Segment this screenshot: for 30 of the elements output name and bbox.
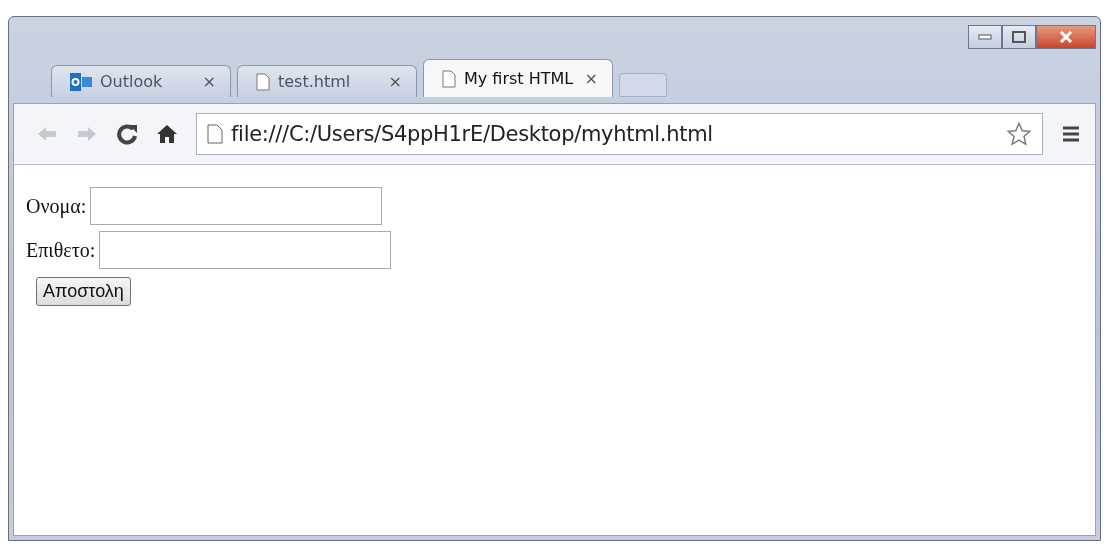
field-label: Ονομα: [26, 194, 87, 218]
close-tab-button[interactable]: × [202, 72, 216, 91]
tab-title: test.html [278, 72, 352, 91]
mail-app-icon [70, 72, 92, 91]
maximize-icon [1012, 31, 1026, 43]
document-icon [442, 69, 456, 88]
text-field[interactable] [99, 231, 392, 269]
home-icon[interactable] [156, 123, 178, 145]
address-bar[interactable]: file:///C:/Users/S4ppH1rE/Desktop/myhtml.html [196, 113, 1043, 155]
reload-icon[interactable] [116, 123, 138, 145]
menu-icon[interactable] [1061, 124, 1081, 144]
close-tab-button[interactable]: × [584, 69, 598, 88]
tab-title: Outlook [100, 72, 164, 91]
browser-tab[interactable]: My first HTML × [423, 59, 613, 97]
star-icon[interactable] [1006, 121, 1032, 147]
tab-title: My first HTML [464, 69, 575, 88]
submit-button[interactable]: Αποστολη [36, 277, 131, 306]
close-window-button[interactable] [1036, 25, 1096, 49]
close-icon [1059, 31, 1073, 43]
document-icon [256, 72, 270, 91]
text-field[interactable] [90, 187, 383, 225]
minimize-icon [978, 34, 992, 40]
document-icon [207, 124, 223, 144]
maximize-button[interactable] [1002, 25, 1036, 49]
field-label: Επιθετο: [26, 238, 96, 262]
browser-tab[interactable]: test.html × [237, 65, 417, 97]
close-tab-button[interactable]: × [388, 72, 402, 91]
browser-tab[interactable]: Outlook × [51, 65, 231, 97]
minimize-button[interactable] [968, 25, 1002, 49]
url-text: file:///C:/Users/S4ppH1rE/Desktop/myhtml.html [231, 122, 714, 146]
